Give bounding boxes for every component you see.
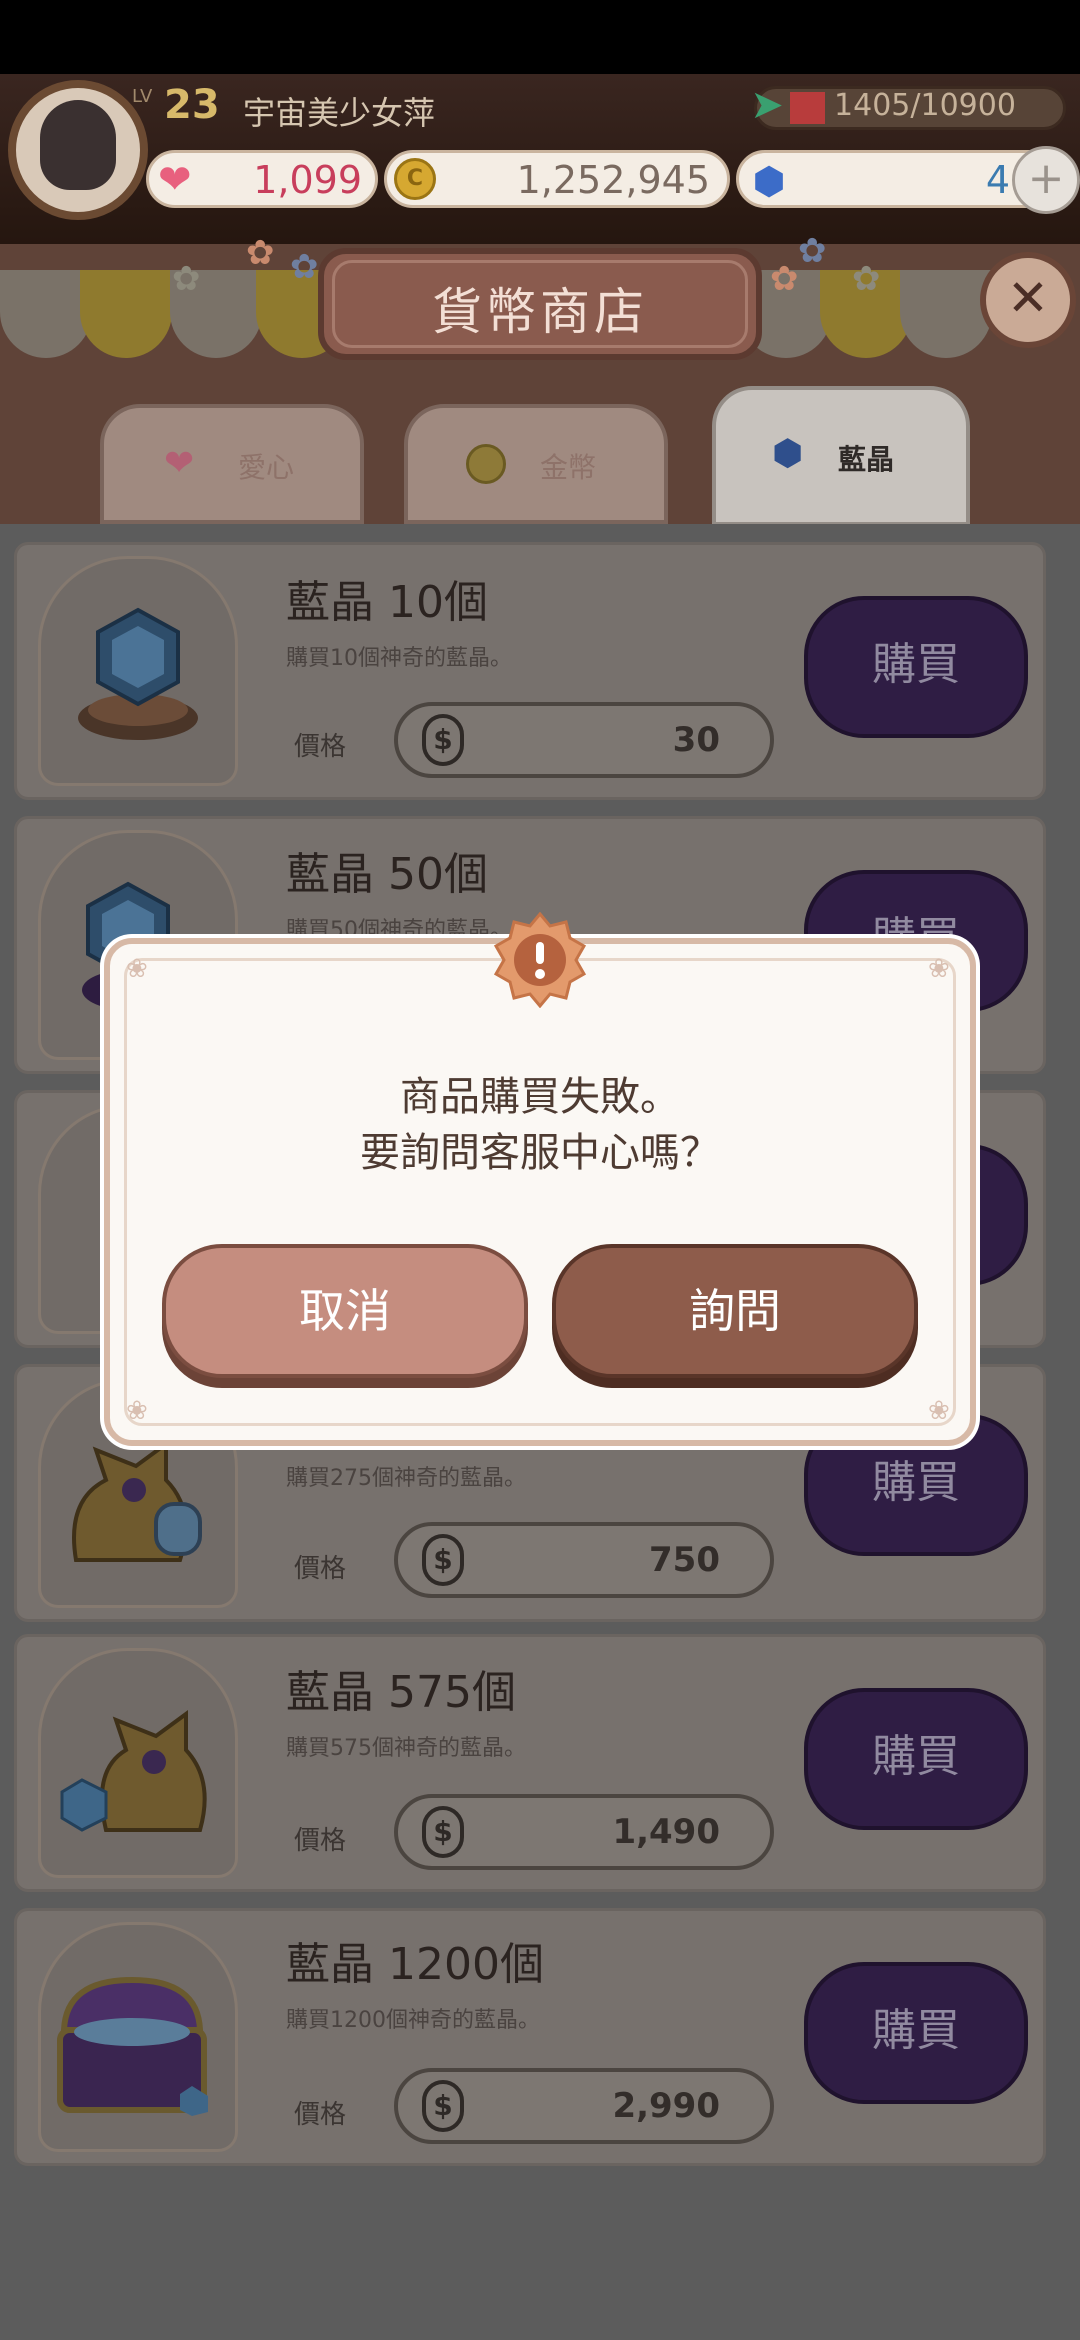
buy-button[interactable]: 購買 (804, 596, 1028, 738)
corner-ornament-icon: ❀ (126, 1396, 148, 1426)
item-title: 藍晶 575個 (286, 1667, 516, 1718)
cancel-button[interactable]: 取消 (162, 1244, 528, 1378)
cash-icon: $ (422, 714, 464, 766)
tab-coins[interactable] (404, 404, 668, 524)
avatar-photo (40, 100, 116, 190)
item-description: 購買10個神奇的藍晶。 (286, 646, 512, 671)
item-price: 750 (649, 1540, 720, 1580)
buy-button[interactable]: 購買 (804, 1962, 1028, 2104)
tab-hearts-label: 愛心 (238, 451, 295, 484)
level-label: LV (132, 86, 153, 107)
flower-icon: ✿ (290, 247, 319, 287)
close-button[interactable]: ✕ (980, 252, 1076, 348)
dialog-message-line-1: 商品購買失敗。 (400, 1074, 680, 1120)
price-label: 價格 (294, 1554, 347, 1584)
gems-value: 4 (985, 158, 1010, 202)
player-name: 宇宙美少女萍 (243, 94, 436, 132)
treasure-chest-icon (57, 1976, 208, 2116)
item-title: 藍晶 1200個 (286, 1939, 544, 1990)
flower-icon: ✿ (770, 259, 799, 299)
level-number: 23 (164, 82, 220, 128)
hearts-value: 1,099 (253, 158, 362, 202)
awning-stripe (900, 270, 992, 358)
shop-title: 貨幣商店 (432, 283, 648, 341)
flower-icon: ✿ (852, 259, 881, 299)
energy-icon: ➤ (750, 82, 784, 128)
flower-icon: ✿ (172, 259, 201, 299)
buy-button[interactable]: 購買 (804, 1688, 1028, 1830)
corner-ornament-icon: ❀ (928, 1396, 950, 1426)
price-label: 價格 (294, 2100, 347, 2130)
coin-icon: C (394, 158, 436, 200)
coins-value: 1,252,945 (516, 158, 710, 202)
item-price: 2,990 (612, 2086, 720, 2126)
tab-hearts[interactable] (100, 404, 364, 524)
gem-bag-icon (60, 1710, 207, 1832)
gem-item-icon (78, 607, 198, 740)
price-label: 價格 (294, 732, 347, 762)
price-label: 價格 (294, 1826, 347, 1856)
heart-icon: ❤ (158, 157, 192, 203)
heart-icon: ❤ (164, 443, 195, 484)
flower-icon: ✿ (798, 231, 827, 271)
coin-icon (466, 444, 506, 484)
energy-text: 1405/10900 (834, 88, 1016, 123)
item-price: 30 (672, 720, 720, 760)
item-title: 藍晶 50個 (286, 849, 488, 900)
cash-icon: $ (422, 2080, 464, 2132)
corner-ornament-icon: ❀ (126, 954, 148, 984)
flower-icon: ✿ (246, 233, 275, 273)
add-gems-button[interactable]: + (1012, 146, 1080, 214)
alert-icon (493, 912, 587, 1008)
dialog-message-line-2: 要詢問客服中心嗎？ (360, 1130, 720, 1176)
item-price: 1,490 (612, 1812, 720, 1852)
item-description: 購買1200個神奇的藍晶。 (286, 2008, 540, 2033)
corner-ornament-icon: ❀ (928, 954, 950, 984)
contact-support-button[interactable]: 詢問 (552, 1244, 918, 1378)
item-description: 購買275個神奇的藍晶。 (286, 1466, 526, 1491)
item-description: 購買575個神奇的藍晶。 (286, 1736, 526, 1761)
item-title: 藍晶 10個 (286, 577, 488, 628)
cash-icon: $ (422, 1806, 464, 1858)
cash-icon: $ (422, 1534, 464, 1586)
gem-icon: ⬢ (772, 433, 804, 474)
status-bar (0, 0, 1080, 74)
awning-stripe (80, 270, 172, 358)
gem-icon: ⬢ (752, 159, 786, 203)
awning-stripe (0, 270, 92, 358)
tab-gems-label: 藍晶 (838, 443, 895, 476)
tab-coins-label: 金幣 (540, 451, 597, 484)
